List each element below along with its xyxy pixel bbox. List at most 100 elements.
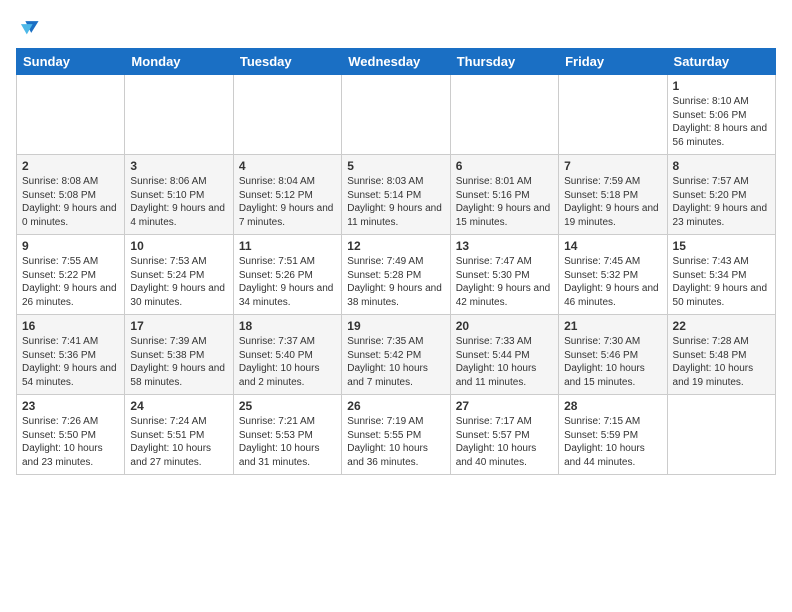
calendar-cell [233,75,341,155]
calendar-cell: 26 Sunrise: 7:19 AM Sunset: 5:55 PM Dayli… [342,395,450,475]
calendar-cell: 13 Sunrise: 7:47 AM Sunset: 5:30 PM Dayli… [450,235,558,315]
day-number: 22 [673,319,770,333]
calendar-cell [450,75,558,155]
page-header [16,16,776,38]
calendar-header-tuesday: Tuesday [233,49,341,75]
day-info: Sunrise: 7:15 AM Sunset: 5:59 PM Dayligh… [564,415,661,469]
calendar-week-3: 9 Sunrise: 7:55 AM Sunset: 5:22 PM Daylig… [17,235,776,315]
calendar-cell: 1 Sunrise: 8:10 AM Sunset: 5:06 PM Daylig… [667,75,775,155]
logo-icon [18,16,40,38]
day-number: 28 [564,399,661,413]
calendar-cell: 4 Sunrise: 8:04 AM Sunset: 5:12 PM Daylig… [233,155,341,235]
calendar-header-wednesday: Wednesday [342,49,450,75]
day-number: 11 [239,239,336,253]
day-info: Sunrise: 7:39 AM Sunset: 5:38 PM Dayligh… [130,335,227,389]
day-number: 26 [347,399,444,413]
calendar-week-4: 16 Sunrise: 7:41 AM Sunset: 5:36 PM Dayli… [17,315,776,395]
calendar-cell: 5Sunrise: 8:03 AM Sunset: 5:14 PM Daylig… [342,155,450,235]
day-number: 5 [347,159,444,173]
calendar-cell [17,75,125,155]
day-info: Sunrise: 7:24 AM Sunset: 5:51 PM Dayligh… [130,415,227,469]
day-info: Sunrise: 7:30 AM Sunset: 5:46 PM Dayligh… [564,335,661,389]
day-number: 23 [22,399,119,413]
day-info: Sunrise: 7:59 AM Sunset: 5:18 PM Dayligh… [564,175,661,229]
calendar-cell: 28 Sunrise: 7:15 AM Sunset: 5:59 PM Dayli… [559,395,667,475]
calendar-cell: 22Sunrise: 7:28 AM Sunset: 5:48 PM Dayli… [667,315,775,395]
day-number: 6 [456,159,553,173]
day-info: Sunrise: 7:57 AM Sunset: 5:20 PM Dayligh… [673,175,770,229]
calendar-cell: 25 Sunrise: 7:21 AM Sunset: 5:53 PM Dayli… [233,395,341,475]
day-number: 25 [239,399,336,413]
calendar-header-thursday: Thursday [450,49,558,75]
calendar-cell: 27 Sunrise: 7:17 AM Sunset: 5:57 PM Dayli… [450,395,558,475]
day-number: 21 [564,319,661,333]
day-info: Sunrise: 8:01 AM Sunset: 5:16 PM Dayligh… [456,175,553,229]
calendar-week-2: 2 Sunrise: 8:08 AM Sunset: 5:08 PM Daylig… [17,155,776,235]
day-info: Sunrise: 7:43 AM Sunset: 5:34 PM Dayligh… [673,255,770,309]
day-info: Sunrise: 7:37 AM Sunset: 5:40 PM Dayligh… [239,335,336,389]
day-info: Sunrise: 7:41 AM Sunset: 5:36 PM Dayligh… [22,335,119,389]
day-number: 9 [22,239,119,253]
calendar-cell [559,75,667,155]
day-info: Sunrise: 7:47 AM Sunset: 5:30 PM Dayligh… [456,255,553,309]
day-info: Sunrise: 7:17 AM Sunset: 5:57 PM Dayligh… [456,415,553,469]
day-number: 16 [22,319,119,333]
calendar-cell: 8 Sunrise: 7:57 AM Sunset: 5:20 PM Daylig… [667,155,775,235]
day-info: Sunrise: 7:49 AM Sunset: 5:28 PM Dayligh… [347,255,444,309]
day-number: 8 [673,159,770,173]
day-info: Sunrise: 8:08 AM Sunset: 5:08 PM Dayligh… [22,175,119,229]
calendar-cell: 16 Sunrise: 7:41 AM Sunset: 5:36 PM Dayli… [17,315,125,395]
calendar-cell: 11 Sunrise: 7:51 AM Sunset: 5:26 PM Dayli… [233,235,341,315]
day-info: Sunrise: 7:55 AM Sunset: 5:22 PM Dayligh… [22,255,119,309]
calendar-cell: 10Sunrise: 7:53 AM Sunset: 5:24 PM Dayli… [125,235,233,315]
day-number: 3 [130,159,227,173]
calendar-header-sunday: Sunday [17,49,125,75]
day-info: Sunrise: 8:04 AM Sunset: 5:12 PM Dayligh… [239,175,336,229]
day-number: 4 [239,159,336,173]
calendar-cell: 23 Sunrise: 7:26 AM Sunset: 5:50 PM Dayli… [17,395,125,475]
day-info: Sunrise: 7:35 AM Sunset: 5:42 PM Dayligh… [347,335,444,389]
day-number: 12 [347,239,444,253]
calendar-cell: 18 Sunrise: 7:37 AM Sunset: 5:40 PM Dayli… [233,315,341,395]
day-number: 2 [22,159,119,173]
calendar-cell: 3 Sunrise: 8:06 AM Sunset: 5:10 PM Daylig… [125,155,233,235]
calendar-cell: 24 Sunrise: 7:24 AM Sunset: 5:51 PM Dayli… [125,395,233,475]
calendar-cell [342,75,450,155]
day-number: 24 [130,399,227,413]
day-number: 19 [347,319,444,333]
calendar-cell: 15Sunrise: 7:43 AM Sunset: 5:34 PM Dayli… [667,235,775,315]
day-info: Sunrise: 7:21 AM Sunset: 5:53 PM Dayligh… [239,415,336,469]
calendar-cell: 14 Sunrise: 7:45 AM Sunset: 5:32 PM Dayli… [559,235,667,315]
calendar-cell [667,395,775,475]
day-info: Sunrise: 8:10 AM Sunset: 5:06 PM Dayligh… [673,95,770,149]
day-info: Sunrise: 7:45 AM Sunset: 5:32 PM Dayligh… [564,255,661,309]
day-number: 7 [564,159,661,173]
logo [16,16,40,38]
calendar-cell: 21 Sunrise: 7:30 AM Sunset: 5:46 PM Dayli… [559,315,667,395]
calendar-header-saturday: Saturday [667,49,775,75]
calendar-cell: 2 Sunrise: 8:08 AM Sunset: 5:08 PM Daylig… [17,155,125,235]
calendar-cell: 12 Sunrise: 7:49 AM Sunset: 5:28 PM Dayli… [342,235,450,315]
day-info: Sunrise: 7:33 AM Sunset: 5:44 PM Dayligh… [456,335,553,389]
calendar-header-friday: Friday [559,49,667,75]
calendar-cell: 17 Sunrise: 7:39 AM Sunset: 5:38 PM Dayli… [125,315,233,395]
calendar-cell: 9 Sunrise: 7:55 AM Sunset: 5:22 PM Daylig… [17,235,125,315]
day-info: Sunrise: 7:51 AM Sunset: 5:26 PM Dayligh… [239,255,336,309]
day-number: 13 [456,239,553,253]
day-info: Sunrise: 8:06 AM Sunset: 5:10 PM Dayligh… [130,175,227,229]
day-number: 17 [130,319,227,333]
calendar: SundayMondayTuesdayWednesdayThursdayFrid… [16,48,776,475]
day-info: Sunrise: 7:26 AM Sunset: 5:50 PM Dayligh… [22,415,119,469]
day-number: 27 [456,399,553,413]
calendar-cell: 19 Sunrise: 7:35 AM Sunset: 5:42 PM Dayli… [342,315,450,395]
day-info: Sunrise: 7:53 AM Sunset: 5:24 PM Dayligh… [130,255,227,309]
calendar-cell: 6 Sunrise: 8:01 AM Sunset: 5:16 PM Daylig… [450,155,558,235]
day-number: 1 [673,79,770,93]
day-number: 20 [456,319,553,333]
day-number: 18 [239,319,336,333]
calendar-week-5: 23 Sunrise: 7:26 AM Sunset: 5:50 PM Dayli… [17,395,776,475]
day-info: Sunrise: 7:19 AM Sunset: 5:55 PM Dayligh… [347,415,444,469]
calendar-week-1: 1 Sunrise: 8:10 AM Sunset: 5:06 PM Daylig… [17,75,776,155]
day-number: 14 [564,239,661,253]
calendar-cell [125,75,233,155]
